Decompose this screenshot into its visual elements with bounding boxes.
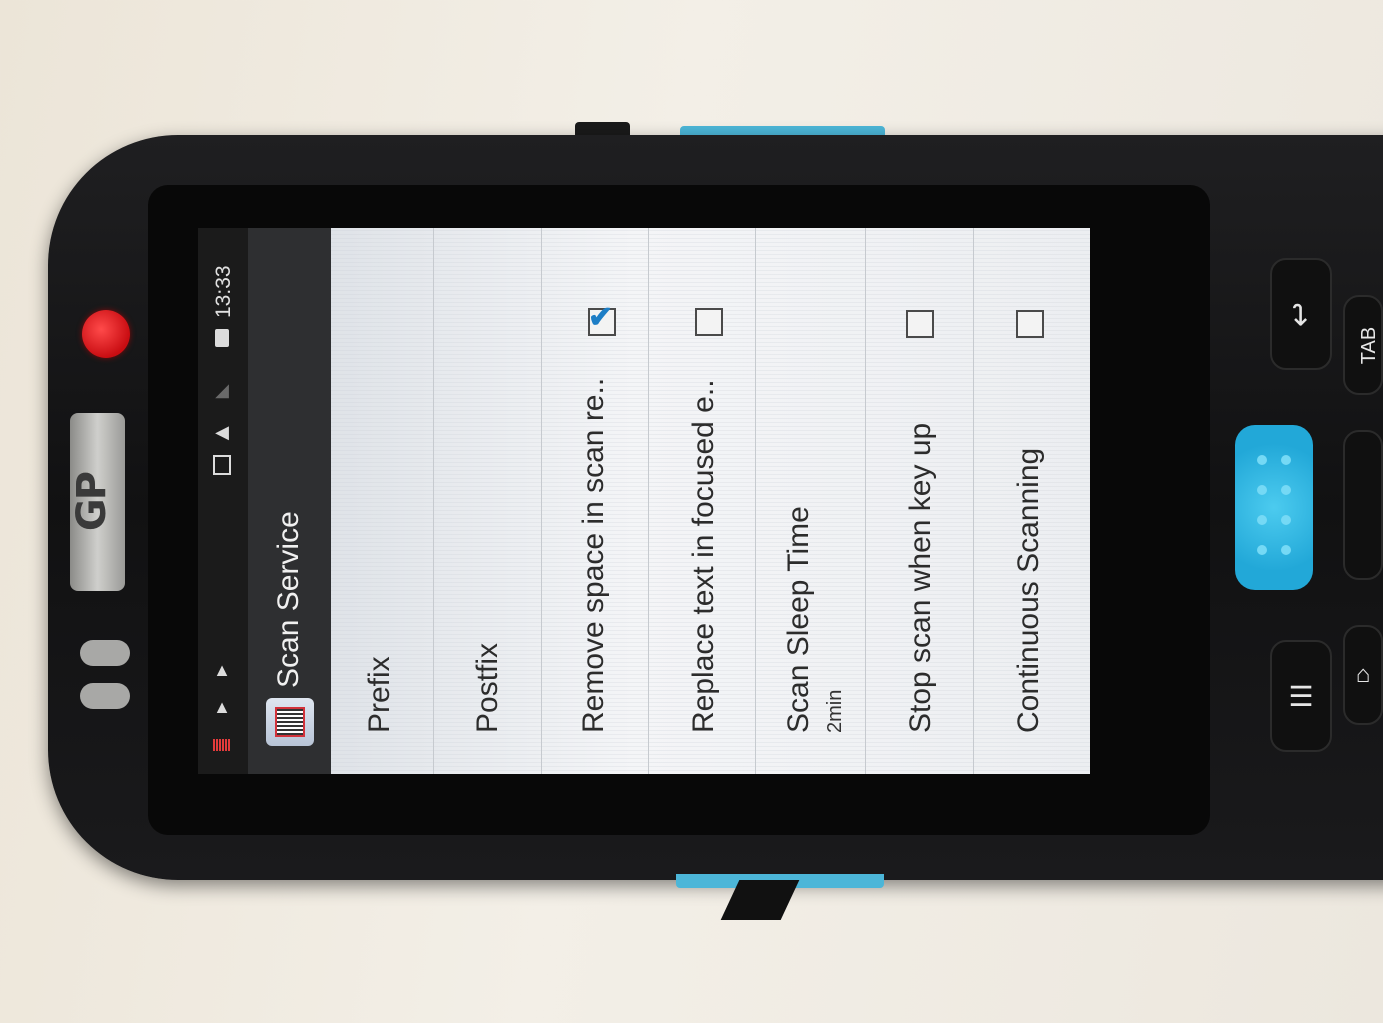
speaker-grille: [80, 683, 130, 709]
stop-scan-checkbox[interactable]: [906, 310, 934, 338]
setting-summary: 2min: [824, 689, 846, 733]
back-icon: ↩: [1284, 301, 1318, 327]
remove-space-checkbox[interactable]: [588, 300, 616, 336]
replace-text-checkbox[interactable]: [695, 308, 723, 336]
nav-key-left[interactable]: [1343, 430, 1383, 580]
speaker-grille: [80, 640, 130, 666]
status-led: [82, 310, 130, 358]
setting-remove-space[interactable]: Remove space in scan re..: [542, 228, 649, 774]
scan-trigger-key[interactable]: [1235, 425, 1313, 590]
status-time: 13:33: [212, 265, 235, 318]
power-button[interactable]: [575, 122, 630, 136]
menu-icon: ☰: [1288, 680, 1314, 712]
scan-service-app-icon[interactable]: [266, 698, 314, 746]
warning-icon: ▲: [213, 660, 231, 680]
setting-label: Remove space in scan re..: [577, 377, 610, 733]
home-icon: ⌂: [1355, 661, 1371, 688]
setting-scan-sleep-time[interactable]: Scan Sleep Time 2min: [756, 228, 866, 774]
back-key[interactable]: ↩: [1270, 258, 1332, 370]
setting-label: Replace text in focused e..: [687, 379, 720, 733]
barcode-notification-icon: [210, 733, 234, 757]
brand-logo: GP: [69, 472, 115, 532]
setting-postfix[interactable]: Postfix: [434, 228, 542, 774]
setting-label: Prefix: [363, 656, 396, 733]
brand-plate: GP: [69, 413, 125, 591]
status-bar: ▲ ▲ ◀ ◢ 13:33: [198, 228, 248, 774]
setting-continuous-scanning[interactable]: Continuous Scanning: [974, 228, 1090, 774]
setting-stop-scan[interactable]: Stop scan when key up: [866, 228, 974, 774]
settings-list: Prefix Postfix Remove space in scan re..…: [331, 228, 1090, 774]
setting-replace-text[interactable]: Replace text in focused e..: [649, 228, 756, 774]
setting-label: Stop scan when key up: [904, 422, 937, 733]
tab-key[interactable]: TAB: [1343, 295, 1383, 395]
warning-icon: ▲: [213, 697, 231, 717]
action-bar: Scan Service: [248, 228, 331, 774]
continuous-scanning-checkbox[interactable]: [1016, 310, 1044, 338]
battery-icon: [210, 326, 234, 350]
setting-label: Postfix: [471, 642, 504, 733]
tab-key-label: TAB: [1358, 326, 1381, 364]
setting-label: Scan Sleep Time: [782, 506, 815, 733]
no-signal-icon: ◢: [215, 380, 229, 400]
home-key[interactable]: ⌂: [1343, 625, 1383, 725]
sim-card-icon: [210, 453, 234, 477]
device-screen: ▲ ▲ ◀ ◢ 13:33 Scan Service Prefix Postfi…: [198, 228, 1090, 774]
page-title: Scan Service: [272, 511, 305, 688]
menu-key[interactable]: ☰: [1270, 640, 1332, 752]
wifi-icon: ◀: [215, 422, 229, 442]
setting-label: Continuous Scanning: [1012, 447, 1045, 733]
setting-prefix[interactable]: Prefix: [331, 228, 434, 774]
